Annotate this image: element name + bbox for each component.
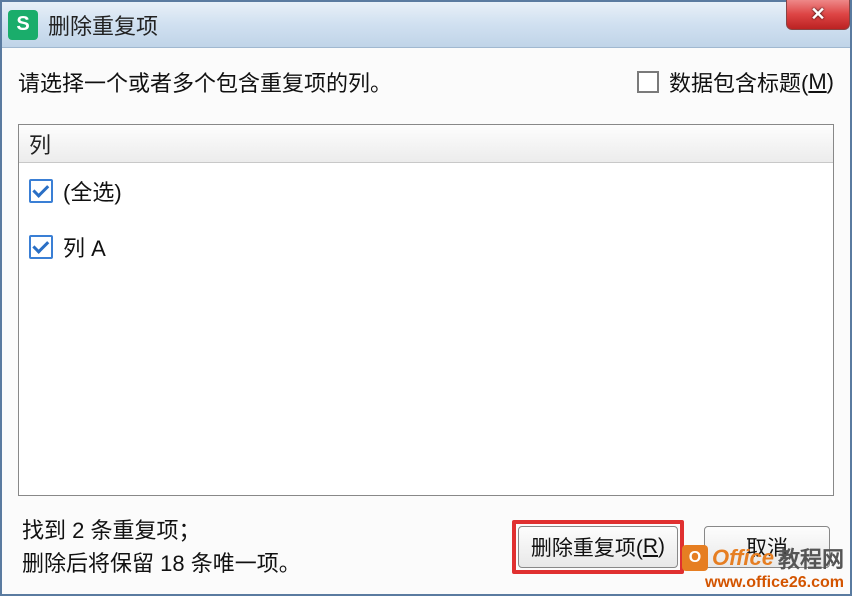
highlight-box: 删除重复项(R) xyxy=(512,520,684,574)
columns-listbox: 列 (全选) 列 A xyxy=(18,124,834,496)
cancel-button[interactable]: 取消 xyxy=(704,526,830,568)
instruction-text: 请选择一个或者多个包含重复项的列。 xyxy=(18,66,392,98)
checkbox-icon[interactable] xyxy=(29,235,53,259)
list-body: (全选) 列 A xyxy=(19,163,833,495)
status-text: 找到 2 条重复项； 删除后将保留 18 条唯一项。 xyxy=(22,514,301,580)
dialog-window: S 删除重复项 ✕ 请选择一个或者多个包含重复项的列。 数据包含标题(M) 列 … xyxy=(0,0,852,596)
top-row: 请选择一个或者多个包含重复项的列。 数据包含标题(M) xyxy=(18,66,834,98)
status-line2: 删除后将保留 18 条唯一项。 xyxy=(22,547,301,580)
window-title: 删除重复项 xyxy=(48,9,158,41)
titlebar: S 删除重复项 ✕ xyxy=(2,2,850,48)
app-icon: S xyxy=(8,10,38,40)
button-row: 删除重复项(R) 取消 xyxy=(512,520,830,574)
list-item[interactable]: (全选) xyxy=(29,175,823,207)
list-item-label: (全选) xyxy=(63,175,122,207)
header-checkbox-hotkey: M xyxy=(808,69,826,95)
list-item-label: 列 A xyxy=(63,231,106,263)
close-button[interactable]: ✕ xyxy=(786,0,850,30)
remove-duplicates-button[interactable]: 删除重复项(R) xyxy=(518,526,678,568)
list-item[interactable]: 列 A xyxy=(29,231,823,263)
checkbox-icon[interactable] xyxy=(29,179,53,203)
list-header: 列 xyxy=(19,125,833,163)
header-checkbox-label-suffix: ) xyxy=(827,69,834,95)
header-checkbox-label-prefix: 数据包含标题( xyxy=(669,66,808,98)
bottom-row: 找到 2 条重复项； 删除后将保留 18 条唯一项。 删除重复项(R) 取消 xyxy=(18,514,834,584)
data-has-header-checkbox[interactable]: 数据包含标题(M) xyxy=(637,66,834,98)
remove-button-hotkey: R xyxy=(643,535,658,559)
remove-button-suffix: ) xyxy=(658,535,665,559)
checkbox-icon xyxy=(637,71,659,93)
dialog-content: 请选择一个或者多个包含重复项的列。 数据包含标题(M) 列 (全选) 列 A xyxy=(2,48,850,594)
status-line1: 找到 2 条重复项； xyxy=(22,514,301,547)
remove-button-prefix: 删除重复项( xyxy=(531,532,643,562)
